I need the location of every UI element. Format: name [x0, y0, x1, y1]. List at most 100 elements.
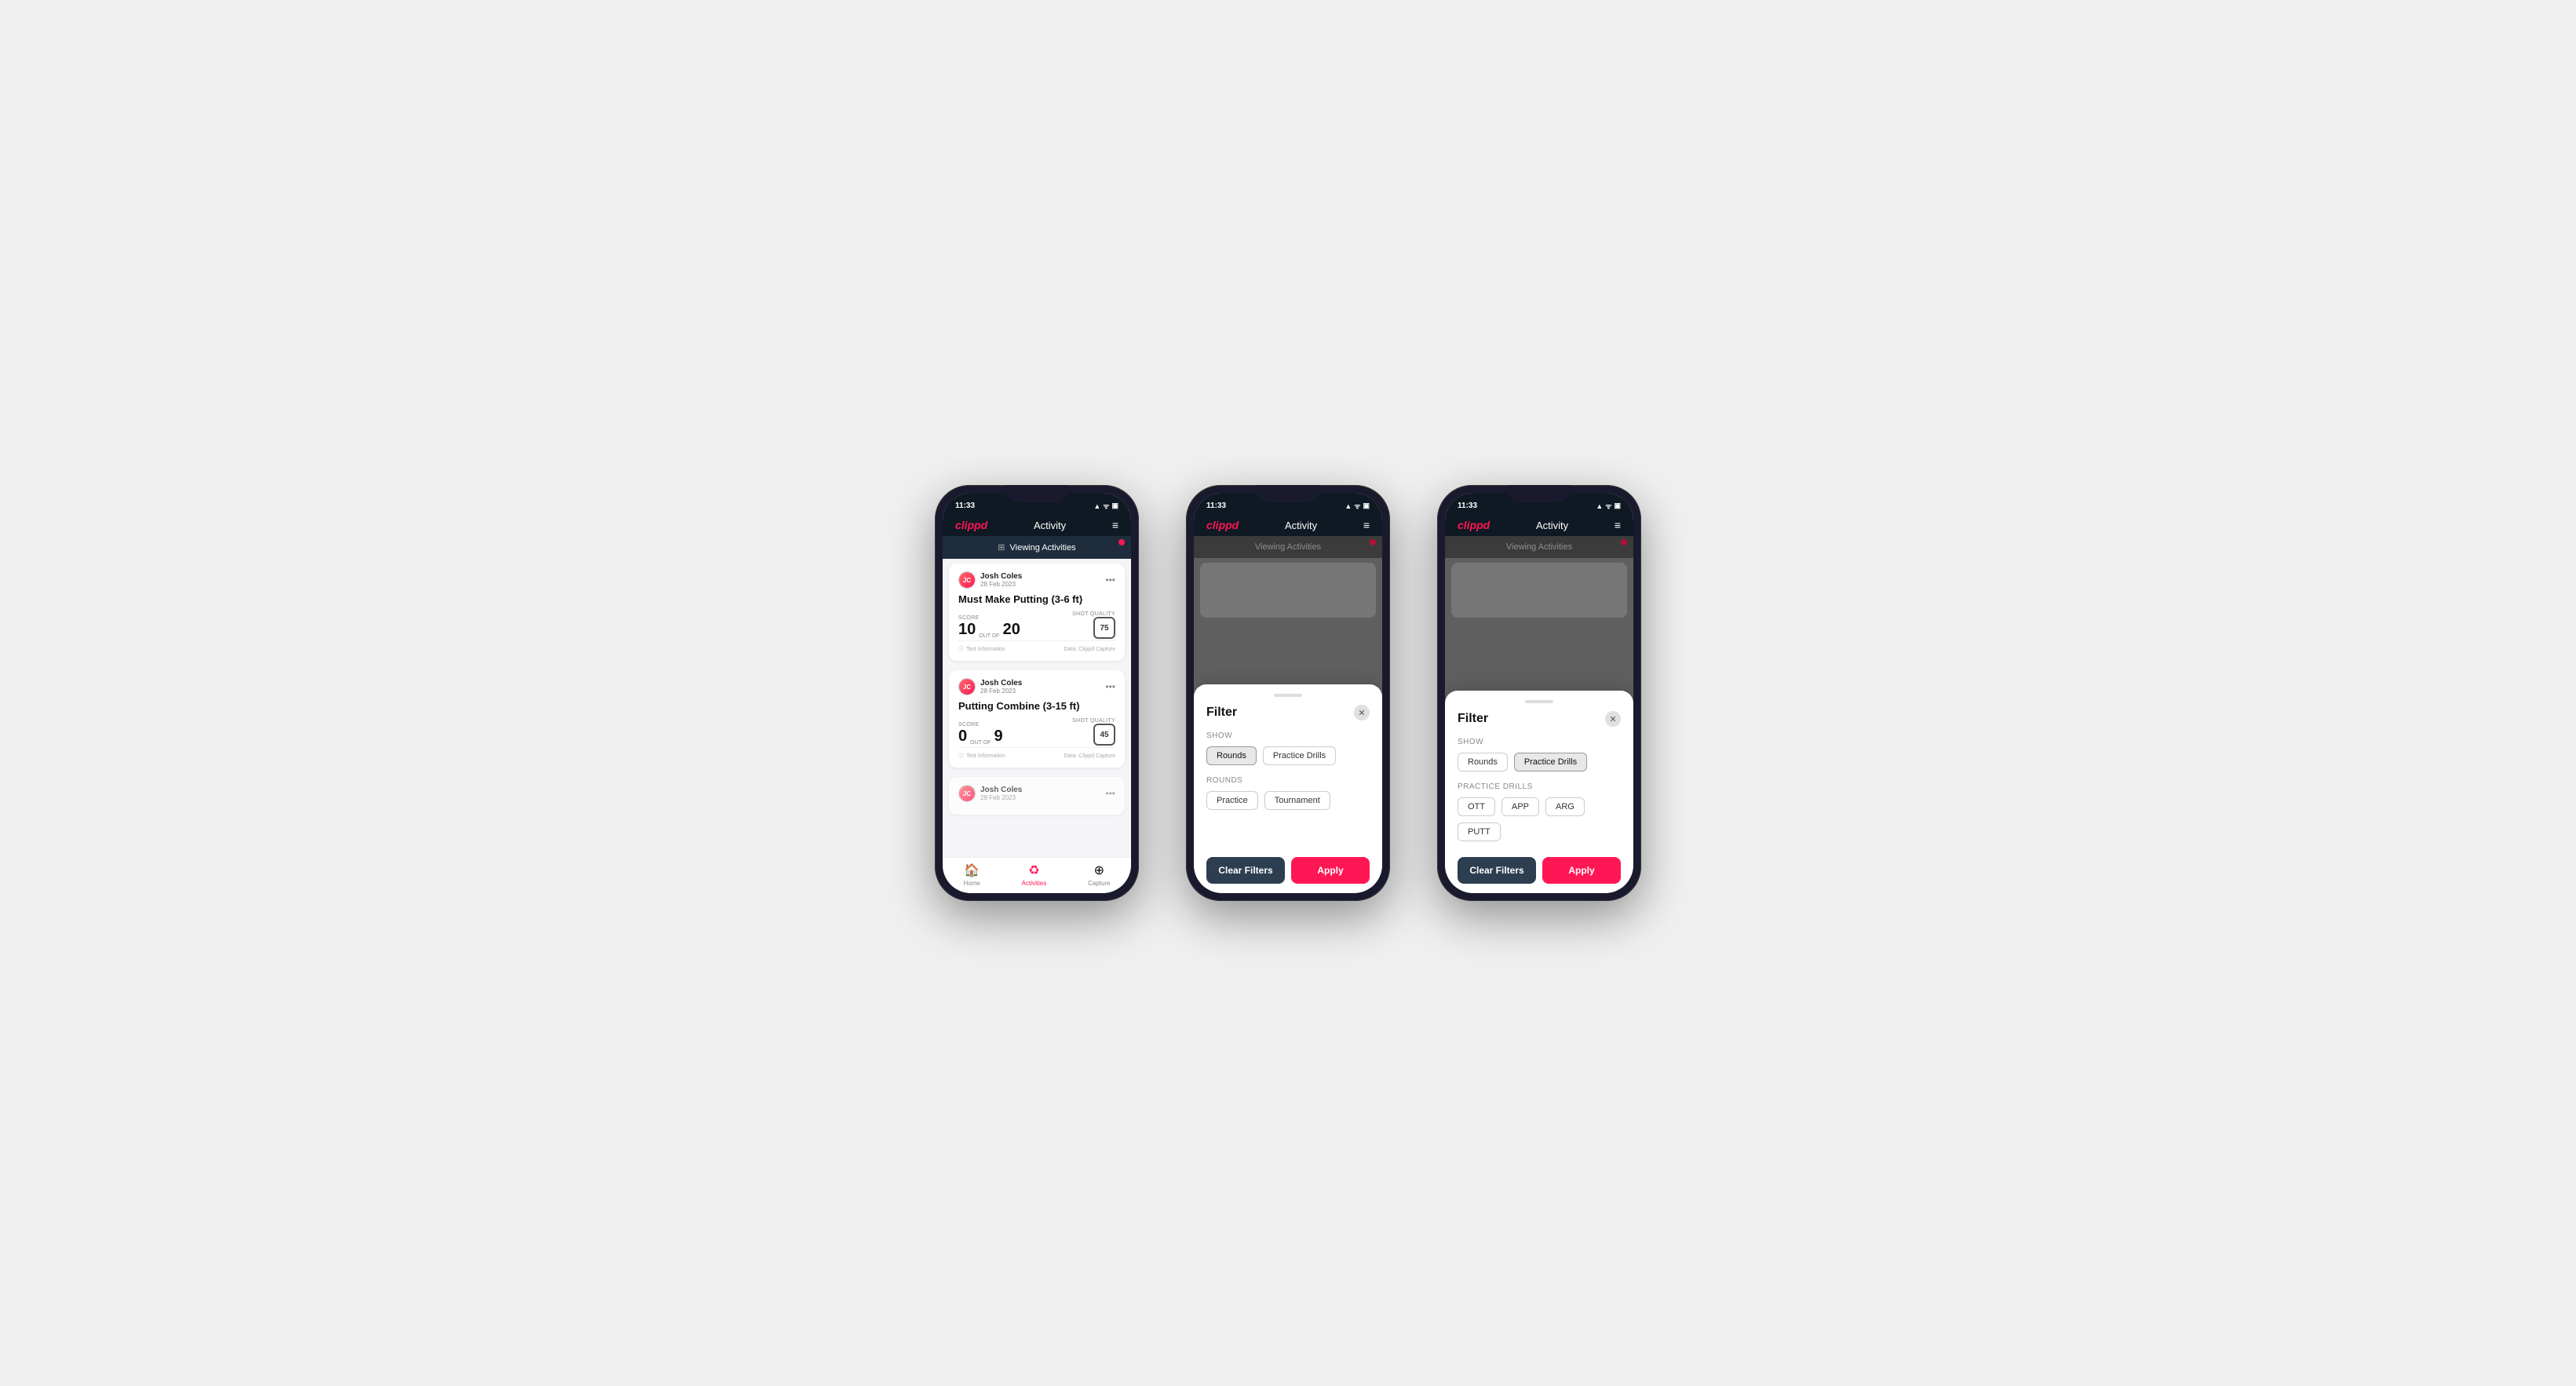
show-group-2: Rounds Practice Drills: [1206, 746, 1370, 765]
tab-activities-1[interactable]: ♻ Activities: [1022, 863, 1047, 887]
rounds-label-2: Rounds: [1206, 776, 1370, 785]
filter-title-2: Filter: [1206, 706, 1237, 720]
activity-card-2[interactable]: JC Josh Coles 28 Feb 2023 ••• Putting Co…: [949, 670, 1125, 768]
show-practice-chip-3[interactable]: Practice Drills: [1514, 753, 1587, 771]
status-icons-1: ▲ ᯤ ▣: [1093, 501, 1118, 511]
avatar-img-1: JC: [959, 572, 975, 588]
nav-title-2: Activity: [1285, 520, 1317, 531]
card-header-3: JC Josh Coles 28 Feb 2023 •••: [958, 785, 1115, 802]
time-1: 11:33: [955, 502, 975, 510]
sheet-footer-3: Clear Filters Apply: [1458, 857, 1621, 884]
close-button-3[interactable]: ✕: [1605, 711, 1621, 727]
tab-capture-1[interactable]: ⊕ Capture: [1088, 863, 1110, 887]
rounds-group-2: Practice Tournament: [1206, 791, 1370, 810]
nav-bar-2: clippd Activity ≡: [1194, 514, 1382, 536]
practice-drills-group-3: OTT APP ARG PUTT: [1458, 797, 1621, 841]
card-header-1: JC Josh Coles 28 Feb 2023 •••: [958, 571, 1115, 589]
show-practice-chip-2[interactable]: Practice Drills: [1263, 746, 1336, 765]
viewing-bar-text-1: Viewing Activities: [1010, 543, 1076, 553]
phone-1: 11:33 ▲ ᯤ ▣ clippd Activity ≡ ⊞ Viewing …: [935, 485, 1139, 901]
viewing-bar-1[interactable]: ⊞ Viewing Activities: [943, 536, 1131, 559]
hamburger-icon-3[interactable]: ≡: [1615, 519, 1621, 531]
phone-3: 11:33 ▲ ᯤ ▣ clippd Activity ≡ Viewing Ac…: [1437, 485, 1641, 901]
user-date-3: 28 Feb 2023: [980, 794, 1022, 801]
filter-icon-1: ⊞: [998, 542, 1005, 553]
show-rounds-chip-3[interactable]: Rounds: [1458, 753, 1508, 771]
close-button-2[interactable]: ✕: [1354, 705, 1370, 720]
apply-button-2[interactable]: Apply: [1291, 857, 1370, 884]
more-icon-1[interactable]: •••: [1105, 574, 1115, 585]
logo-2: clippd: [1206, 519, 1239, 531]
wifi-icon-1: ᯤ: [1103, 501, 1109, 511]
signal-icon-1: ▲: [1093, 502, 1100, 510]
shot-quality-badge-2: 45: [1093, 724, 1115, 746]
app-chip-3[interactable]: APP: [1501, 797, 1539, 816]
nav-title-1: Activity: [1034, 520, 1066, 531]
clear-filters-button-3[interactable]: Clear Filters: [1458, 857, 1536, 884]
activity-card-1[interactable]: JC Josh Coles 28 Feb 2023 ••• Must Make …: [949, 564, 1125, 661]
stats-row-1: 10 OUT OF 20: [958, 621, 1020, 639]
show-label-3: Show: [1458, 738, 1621, 746]
apply-button-3[interactable]: Apply: [1542, 857, 1621, 884]
hamburger-icon-1[interactable]: ≡: [1112, 519, 1118, 531]
nav-title-3: Activity: [1536, 520, 1568, 531]
more-icon-3[interactable]: •••: [1105, 788, 1115, 799]
nav-bar-3: clippd Activity ≡: [1445, 514, 1633, 536]
avatar-img-2: JC: [959, 679, 975, 695]
phone-3-inner: 11:33 ▲ ᯤ ▣ clippd Activity ≡ Viewing Ac…: [1445, 493, 1633, 893]
activity-card-3[interactable]: JC Josh Coles 28 Feb 2023 •••: [949, 777, 1125, 815]
sheet-handle-3: [1525, 700, 1553, 703]
battery-icon-3: ▣: [1614, 502, 1621, 510]
avatar-img-3: JC: [959, 786, 975, 801]
info-icon-2: ⓘ: [958, 752, 964, 760]
shots-value-2: 9: [994, 728, 1002, 746]
filter-title-3: Filter: [1458, 712, 1488, 726]
arg-chip-3[interactable]: ARG: [1545, 797, 1585, 816]
rounds-practice-chip-2[interactable]: Practice: [1206, 791, 1258, 810]
phone-1-inner: 11:33 ▲ ᯤ ▣ clippd Activity ≡ ⊞ Viewing …: [943, 493, 1131, 893]
user-date-2: 28 Feb 2023: [980, 688, 1022, 695]
tab-bar-1: 🏠 Home ♻ Activities ⊕ Capture: [943, 857, 1131, 893]
sheet-header-2: Filter ✕: [1206, 705, 1370, 720]
user-info-1: Josh Coles 28 Feb 2023: [980, 572, 1022, 588]
user-info-3: Josh Coles 28 Feb 2023: [980, 786, 1022, 801]
wifi-icon-2: ᯤ: [1354, 501, 1360, 511]
card-user-1: JC Josh Coles 28 Feb 2023: [958, 571, 1022, 589]
footer-right-2: Data: Clippd Capture: [1064, 753, 1115, 759]
notch-2: [1257, 485, 1319, 502]
card-title-1: Must Make Putting (3-6 ft): [958, 593, 1115, 605]
show-rounds-chip-2[interactable]: Rounds: [1206, 746, 1257, 765]
sheet-handle-2: [1274, 694, 1302, 697]
logo-3: clippd: [1458, 519, 1490, 531]
score-value-1: 10: [958, 621, 976, 639]
time-3: 11:33: [1458, 502, 1477, 510]
card-user-3: JC Josh Coles 28 Feb 2023: [958, 785, 1022, 802]
sheet-footer-2: Clear Filters Apply: [1206, 857, 1370, 884]
phone-2: 11:33 ▲ ᯤ ▣ clippd Activity ≡ Viewing Ac…: [1186, 485, 1390, 901]
card-footer-2: ⓘ Test Information Data: Clippd Capture: [958, 747, 1115, 760]
wifi-icon-3: ᯤ: [1605, 501, 1611, 511]
putt-chip-3[interactable]: PUTT: [1458, 822, 1501, 841]
out-of-2: OUT OF: [970, 740, 991, 746]
status-icons-3: ▲ ᯤ ▣: [1596, 501, 1621, 511]
shot-quality-label-1: Shot Quality: [1072, 611, 1115, 617]
user-info-2: Josh Coles 28 Feb 2023: [980, 679, 1022, 695]
shot-quality-label-2: Shot Quality: [1072, 718, 1115, 724]
signal-icon-2: ▲: [1345, 502, 1352, 510]
shots-value-1: 20: [1003, 621, 1020, 639]
info-icon-1: ⓘ: [958, 645, 964, 653]
user-date-1: 28 Feb 2023: [980, 581, 1022, 588]
rounds-tournament-chip-2[interactable]: Tournament: [1264, 791, 1330, 810]
nav-bar-1: clippd Activity ≡: [943, 514, 1131, 536]
footer-left-2: Test Information: [966, 753, 1005, 759]
out-of-1: OUT OF: [979, 633, 999, 639]
hamburger-icon-2[interactable]: ≡: [1363, 519, 1370, 531]
ott-chip-3[interactable]: OTT: [1458, 797, 1495, 816]
home-icon-1: 🏠: [964, 863, 980, 878]
clear-filters-button-2[interactable]: Clear Filters: [1206, 857, 1285, 884]
tab-activities-label-1: Activities: [1022, 880, 1047, 887]
more-icon-2[interactable]: •••: [1105, 681, 1115, 692]
tab-home-1[interactable]: 🏠 Home: [963, 863, 980, 887]
notch: [1005, 485, 1068, 502]
score-label-2: Score: [958, 722, 1003, 728]
